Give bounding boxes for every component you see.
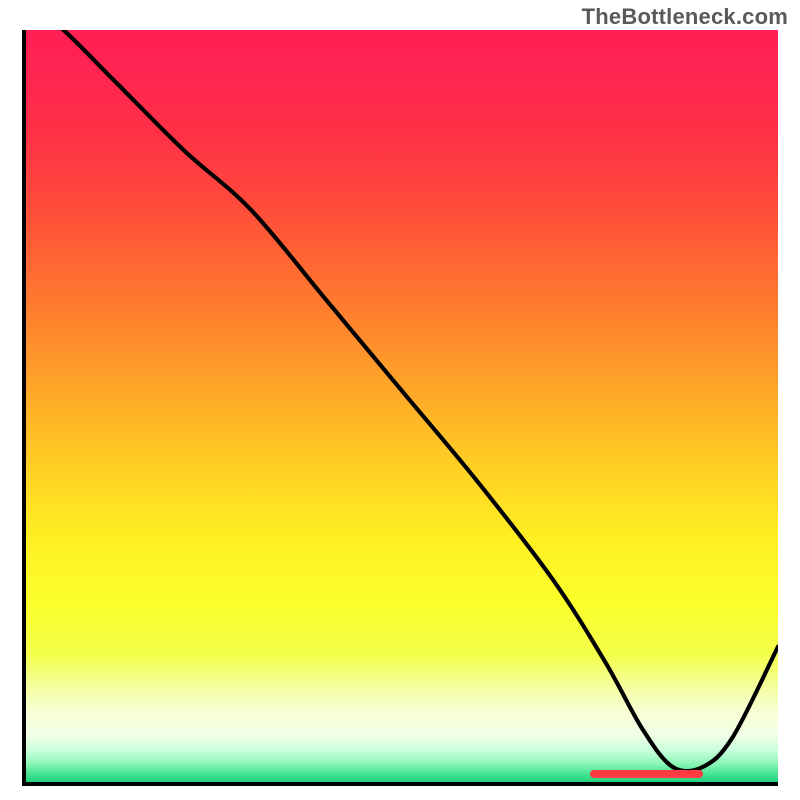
watermark-text: TheBottleneck.com <box>582 4 788 30</box>
chart-stage: TheBottleneck.com <box>0 0 800 800</box>
heatmap-background <box>26 30 778 782</box>
optimal-range-marker <box>590 770 703 778</box>
chart-area <box>22 30 778 786</box>
chart-svg <box>26 30 778 782</box>
